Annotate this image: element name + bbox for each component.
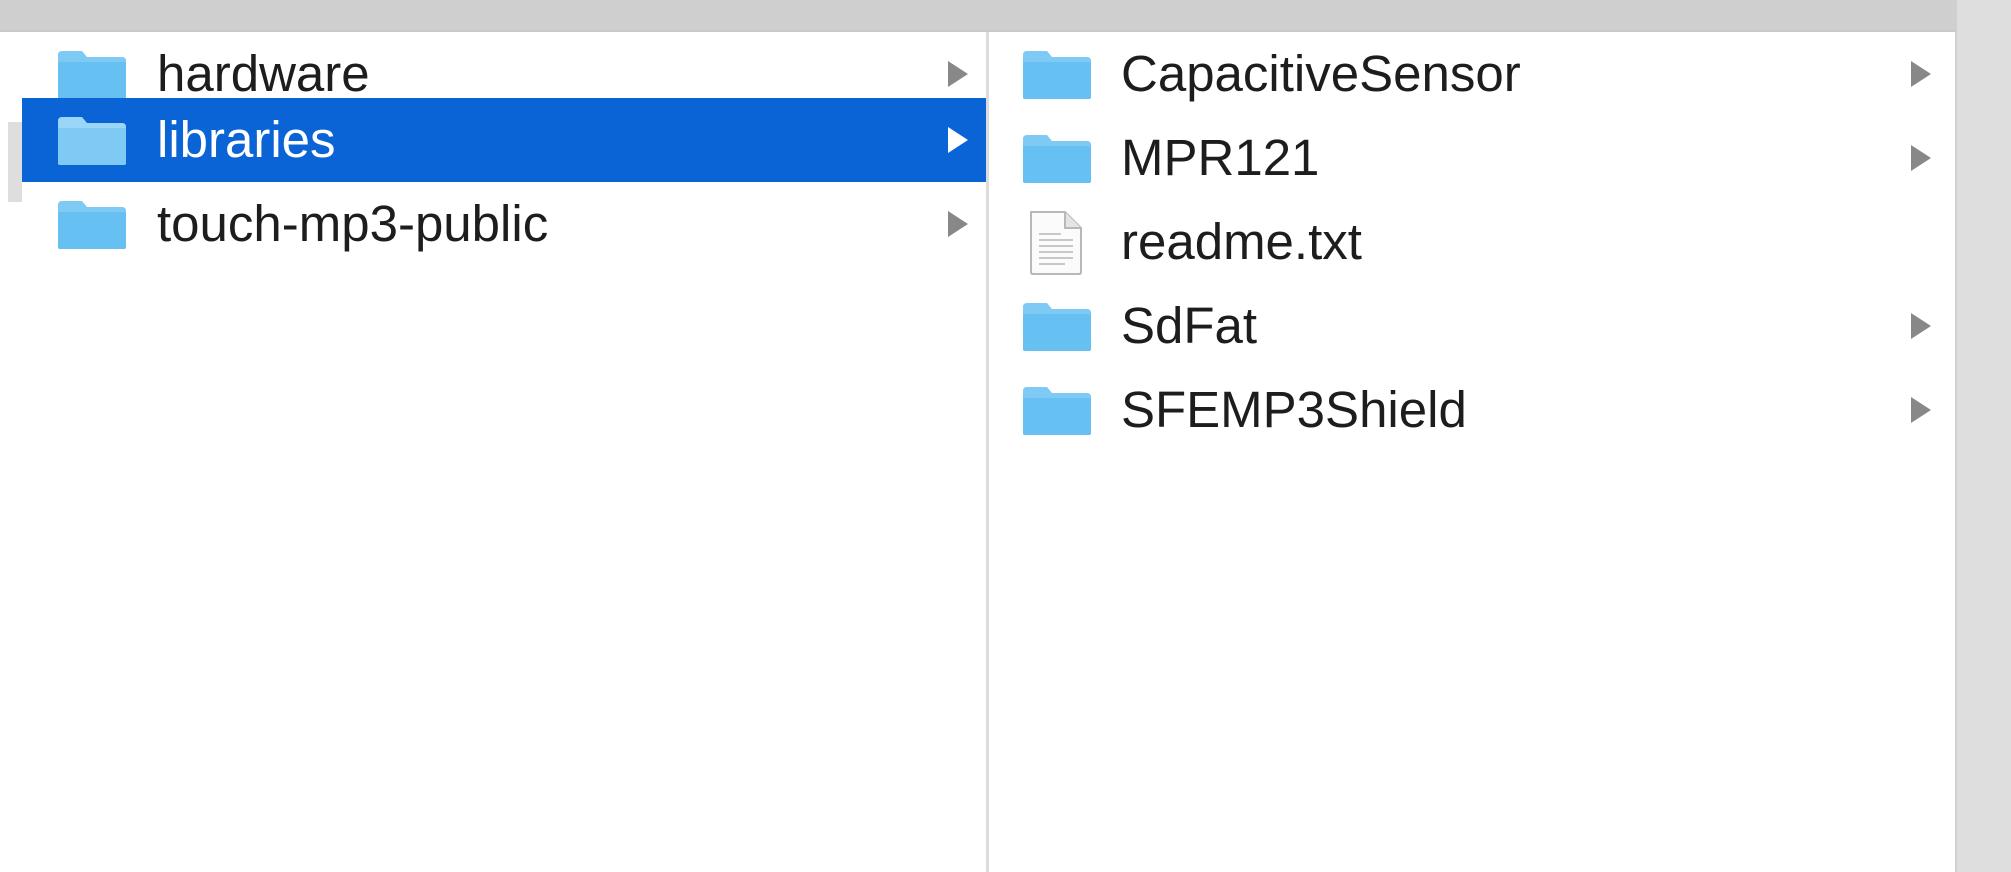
row-label: SFEMP3Shield — [1121, 381, 1467, 438]
left-gutter — [0, 32, 22, 872]
row-sfemp3shield[interactable]: SFEMP3Shield — [989, 368, 1955, 452]
window-top-bar — [0, 0, 2011, 30]
scrollbar-track[interactable] — [1955, 0, 2011, 872]
row-label: CapacitiveSensor — [1121, 45, 1521, 102]
chevron-right-icon — [1911, 145, 1931, 171]
row-capacitivesensor[interactable]: CapacitiveSensor — [989, 32, 1955, 116]
chevron-right-icon — [1911, 397, 1931, 423]
folder-icon — [58, 117, 126, 165]
column-1: hardware libraries touch-mp3-public — [22, 32, 986, 872]
chevron-right-icon — [948, 211, 968, 237]
row-mpr121[interactable]: MPR121 — [989, 116, 1955, 200]
row-label: readme.txt — [1121, 213, 1362, 270]
folder-icon — [1023, 135, 1091, 183]
column-browser: hardware libraries touch-mp3-public Capa… — [0, 32, 1955, 872]
row-label: touch-mp3-public — [157, 195, 549, 252]
column-2: CapacitiveSensor MPR121 readme.txt SdFat… — [989, 32, 1955, 872]
row-label: libraries — [157, 111, 336, 168]
chevron-right-icon — [1911, 313, 1931, 339]
folder-icon — [1023, 51, 1091, 99]
text-file-icon — [1030, 211, 1082, 275]
folder-icon — [1023, 303, 1091, 351]
chevron-right-icon — [1911, 61, 1931, 87]
row-touch-mp3-public[interactable]: touch-mp3-public — [22, 182, 986, 266]
chevron-right-icon — [948, 127, 968, 153]
chevron-right-icon — [948, 61, 968, 87]
folder-icon — [58, 201, 126, 249]
row-label: MPR121 — [1121, 129, 1320, 186]
folder-icon — [1023, 387, 1091, 435]
gutter-marker — [8, 122, 22, 202]
folder-icon — [58, 51, 126, 99]
row-libraries[interactable]: libraries — [22, 98, 986, 182]
row-readme-txt[interactable]: readme.txt — [989, 200, 1955, 284]
row-label: SdFat — [1121, 297, 1258, 354]
row-sdfat[interactable]: SdFat — [989, 284, 1955, 368]
